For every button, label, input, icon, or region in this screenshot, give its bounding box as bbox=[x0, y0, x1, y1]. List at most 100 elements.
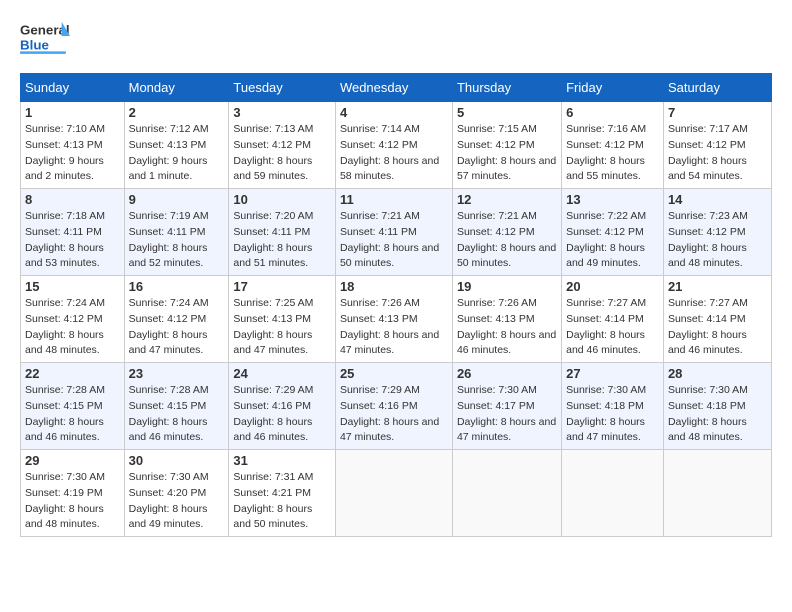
day-number: 19 bbox=[457, 279, 557, 294]
day-cell: 29 Sunrise: 7:30 AMSunset: 4:19 PMDayligh… bbox=[21, 450, 125, 537]
day-info: Sunrise: 7:26 AMSunset: 4:13 PMDaylight:… bbox=[340, 296, 448, 359]
day-number: 20 bbox=[566, 279, 659, 294]
column-header-thursday: Thursday bbox=[452, 74, 561, 102]
day-number: 24 bbox=[233, 366, 331, 381]
day-number: 30 bbox=[129, 453, 225, 468]
day-info: Sunrise: 7:13 AMSunset: 4:12 PMDaylight:… bbox=[233, 122, 331, 185]
day-info: Sunrise: 7:30 AMSunset: 4:19 PMDaylight:… bbox=[25, 470, 120, 533]
day-cell: 27 Sunrise: 7:30 AMSunset: 4:18 PMDayligh… bbox=[562, 363, 664, 450]
day-info: Sunrise: 7:15 AMSunset: 4:12 PMDaylight:… bbox=[457, 122, 557, 185]
day-cell: 21 Sunrise: 7:27 AMSunset: 4:14 PMDayligh… bbox=[663, 276, 771, 363]
day-cell bbox=[663, 450, 771, 537]
day-number: 4 bbox=[340, 105, 448, 120]
column-header-monday: Monday bbox=[124, 74, 229, 102]
day-info: Sunrise: 7:28 AMSunset: 4:15 PMDaylight:… bbox=[129, 383, 225, 446]
day-cell: 9 Sunrise: 7:19 AMSunset: 4:11 PMDaylight… bbox=[124, 189, 229, 276]
day-info: Sunrise: 7:21 AMSunset: 4:12 PMDaylight:… bbox=[457, 209, 557, 272]
day-info: Sunrise: 7:26 AMSunset: 4:13 PMDaylight:… bbox=[457, 296, 557, 359]
day-info: Sunrise: 7:29 AMSunset: 4:16 PMDaylight:… bbox=[340, 383, 448, 446]
page-container: General Blue SundayMondayTuesdayWednesda… bbox=[0, 0, 792, 547]
day-number: 29 bbox=[25, 453, 120, 468]
day-number: 23 bbox=[129, 366, 225, 381]
day-info: Sunrise: 7:16 AMSunset: 4:12 PMDaylight:… bbox=[566, 122, 659, 185]
day-cell: 10 Sunrise: 7:20 AMSunset: 4:11 PMDayligh… bbox=[229, 189, 336, 276]
day-number: 3 bbox=[233, 105, 331, 120]
day-info: Sunrise: 7:10 AMSunset: 4:13 PMDaylight:… bbox=[25, 122, 120, 185]
day-number: 28 bbox=[668, 366, 767, 381]
week-row-4: 22 Sunrise: 7:28 AMSunset: 4:15 PMDayligh… bbox=[21, 363, 772, 450]
day-number: 13 bbox=[566, 192, 659, 207]
column-header-sunday: Sunday bbox=[21, 74, 125, 102]
calendar-table: SundayMondayTuesdayWednesdayThursdayFrid… bbox=[20, 73, 772, 537]
day-number: 31 bbox=[233, 453, 331, 468]
day-cell: 3 Sunrise: 7:13 AMSunset: 4:12 PMDaylight… bbox=[229, 102, 336, 189]
day-info: Sunrise: 7:25 AMSunset: 4:13 PMDaylight:… bbox=[233, 296, 331, 359]
day-info: Sunrise: 7:24 AMSunset: 4:12 PMDaylight:… bbox=[25, 296, 120, 359]
day-number: 2 bbox=[129, 105, 225, 120]
day-info: Sunrise: 7:18 AMSunset: 4:11 PMDaylight:… bbox=[25, 209, 120, 272]
day-number: 22 bbox=[25, 366, 120, 381]
day-number: 14 bbox=[668, 192, 767, 207]
day-cell: 18Sunrise: 7:26 AMSunset: 4:13 PMDayligh… bbox=[335, 276, 452, 363]
day-info: Sunrise: 7:24 AMSunset: 4:12 PMDaylight:… bbox=[129, 296, 225, 359]
day-cell: 11 Sunrise: 7:21 AMSunset: 4:11 PMDayligh… bbox=[335, 189, 452, 276]
day-cell: 12 Sunrise: 7:21 AMSunset: 4:12 PMDayligh… bbox=[452, 189, 561, 276]
day-cell: 2 Sunrise: 7:12 AMSunset: 4:13 PMDaylight… bbox=[124, 102, 229, 189]
day-number: 9 bbox=[129, 192, 225, 207]
day-info: Sunrise: 7:30 AMSunset: 4:20 PMDaylight:… bbox=[129, 470, 225, 533]
day-number: 16 bbox=[129, 279, 225, 294]
day-number: 27 bbox=[566, 366, 659, 381]
day-info: Sunrise: 7:21 AMSunset: 4:11 PMDaylight:… bbox=[340, 209, 448, 272]
day-number: 5 bbox=[457, 105, 557, 120]
header-row: SundayMondayTuesdayWednesdayThursdayFrid… bbox=[21, 74, 772, 102]
day-cell: 15 Sunrise: 7:24 AMSunset: 4:12 PMDayligh… bbox=[21, 276, 125, 363]
day-cell: 14 Sunrise: 7:23 AMSunset: 4:12 PMDayligh… bbox=[663, 189, 771, 276]
day-info: Sunrise: 7:20 AMSunset: 4:11 PMDaylight:… bbox=[233, 209, 331, 272]
day-info: Sunrise: 7:27 AMSunset: 4:14 PMDaylight:… bbox=[566, 296, 659, 359]
day-info: Sunrise: 7:29 AMSunset: 4:16 PMDaylight:… bbox=[233, 383, 331, 446]
day-cell: 23 Sunrise: 7:28 AMSunset: 4:15 PMDayligh… bbox=[124, 363, 229, 450]
day-number: 11 bbox=[340, 192, 448, 207]
day-cell: 24 Sunrise: 7:29 AMSunset: 4:16 PMDayligh… bbox=[229, 363, 336, 450]
day-info: Sunrise: 7:27 AMSunset: 4:14 PMDaylight:… bbox=[668, 296, 767, 359]
week-row-2: 8Sunrise: 7:18 AMSunset: 4:11 PMDaylight… bbox=[21, 189, 772, 276]
day-number: 7 bbox=[668, 105, 767, 120]
day-info: Sunrise: 7:12 AMSunset: 4:13 PMDaylight:… bbox=[129, 122, 225, 185]
day-number: 1 bbox=[25, 105, 120, 120]
column-header-tuesday: Tuesday bbox=[229, 74, 336, 102]
day-cell: 22 Sunrise: 7:28 AMSunset: 4:15 PMDayligh… bbox=[21, 363, 125, 450]
day-cell bbox=[335, 450, 452, 537]
day-cell: 19 Sunrise: 7:26 AMSunset: 4:13 PMDayligh… bbox=[452, 276, 561, 363]
day-cell: 13 Sunrise: 7:22 AMSunset: 4:12 PMDayligh… bbox=[562, 189, 664, 276]
day-info: Sunrise: 7:30 AMSunset: 4:18 PMDaylight:… bbox=[668, 383, 767, 446]
day-cell: 28 Sunrise: 7:30 AMSunset: 4:18 PMDayligh… bbox=[663, 363, 771, 450]
day-info: Sunrise: 7:31 AMSunset: 4:21 PMDaylight:… bbox=[233, 470, 331, 533]
day-info: Sunrise: 7:30 AMSunset: 4:17 PMDaylight:… bbox=[457, 383, 557, 446]
day-number: 10 bbox=[233, 192, 331, 207]
day-number: 17 bbox=[233, 279, 331, 294]
column-header-wednesday: Wednesday bbox=[335, 74, 452, 102]
day-number: 21 bbox=[668, 279, 767, 294]
logo: General Blue bbox=[20, 16, 74, 61]
day-number: 12 bbox=[457, 192, 557, 207]
day-info: Sunrise: 7:22 AMSunset: 4:12 PMDaylight:… bbox=[566, 209, 659, 272]
day-info: Sunrise: 7:30 AMSunset: 4:18 PMDaylight:… bbox=[566, 383, 659, 446]
page-header: General Blue bbox=[20, 16, 772, 61]
day-cell: 31 Sunrise: 7:31 AMSunset: 4:21 PMDayligh… bbox=[229, 450, 336, 537]
day-number: 15 bbox=[25, 279, 120, 294]
day-cell: 30 Sunrise: 7:30 AMSunset: 4:20 PMDayligh… bbox=[124, 450, 229, 537]
day-number: 25 bbox=[340, 366, 448, 381]
day-cell: 5 Sunrise: 7:15 AMSunset: 4:12 PMDaylight… bbox=[452, 102, 561, 189]
day-info: Sunrise: 7:19 AMSunset: 4:11 PMDaylight:… bbox=[129, 209, 225, 272]
day-number: 6 bbox=[566, 105, 659, 120]
day-cell: 7Sunrise: 7:17 AMSunset: 4:12 PMDaylight… bbox=[663, 102, 771, 189]
day-info: Sunrise: 7:23 AMSunset: 4:12 PMDaylight:… bbox=[668, 209, 767, 272]
day-info: Sunrise: 7:28 AMSunset: 4:15 PMDaylight:… bbox=[25, 383, 120, 446]
column-header-friday: Friday bbox=[562, 74, 664, 102]
column-header-saturday: Saturday bbox=[663, 74, 771, 102]
day-cell bbox=[452, 450, 561, 537]
logo-icon: General Blue bbox=[20, 16, 70, 61]
day-cell: 8Sunrise: 7:18 AMSunset: 4:11 PMDaylight… bbox=[21, 189, 125, 276]
day-cell: 17 Sunrise: 7:25 AMSunset: 4:13 PMDayligh… bbox=[229, 276, 336, 363]
day-cell: 6 Sunrise: 7:16 AMSunset: 4:12 PMDaylight… bbox=[562, 102, 664, 189]
